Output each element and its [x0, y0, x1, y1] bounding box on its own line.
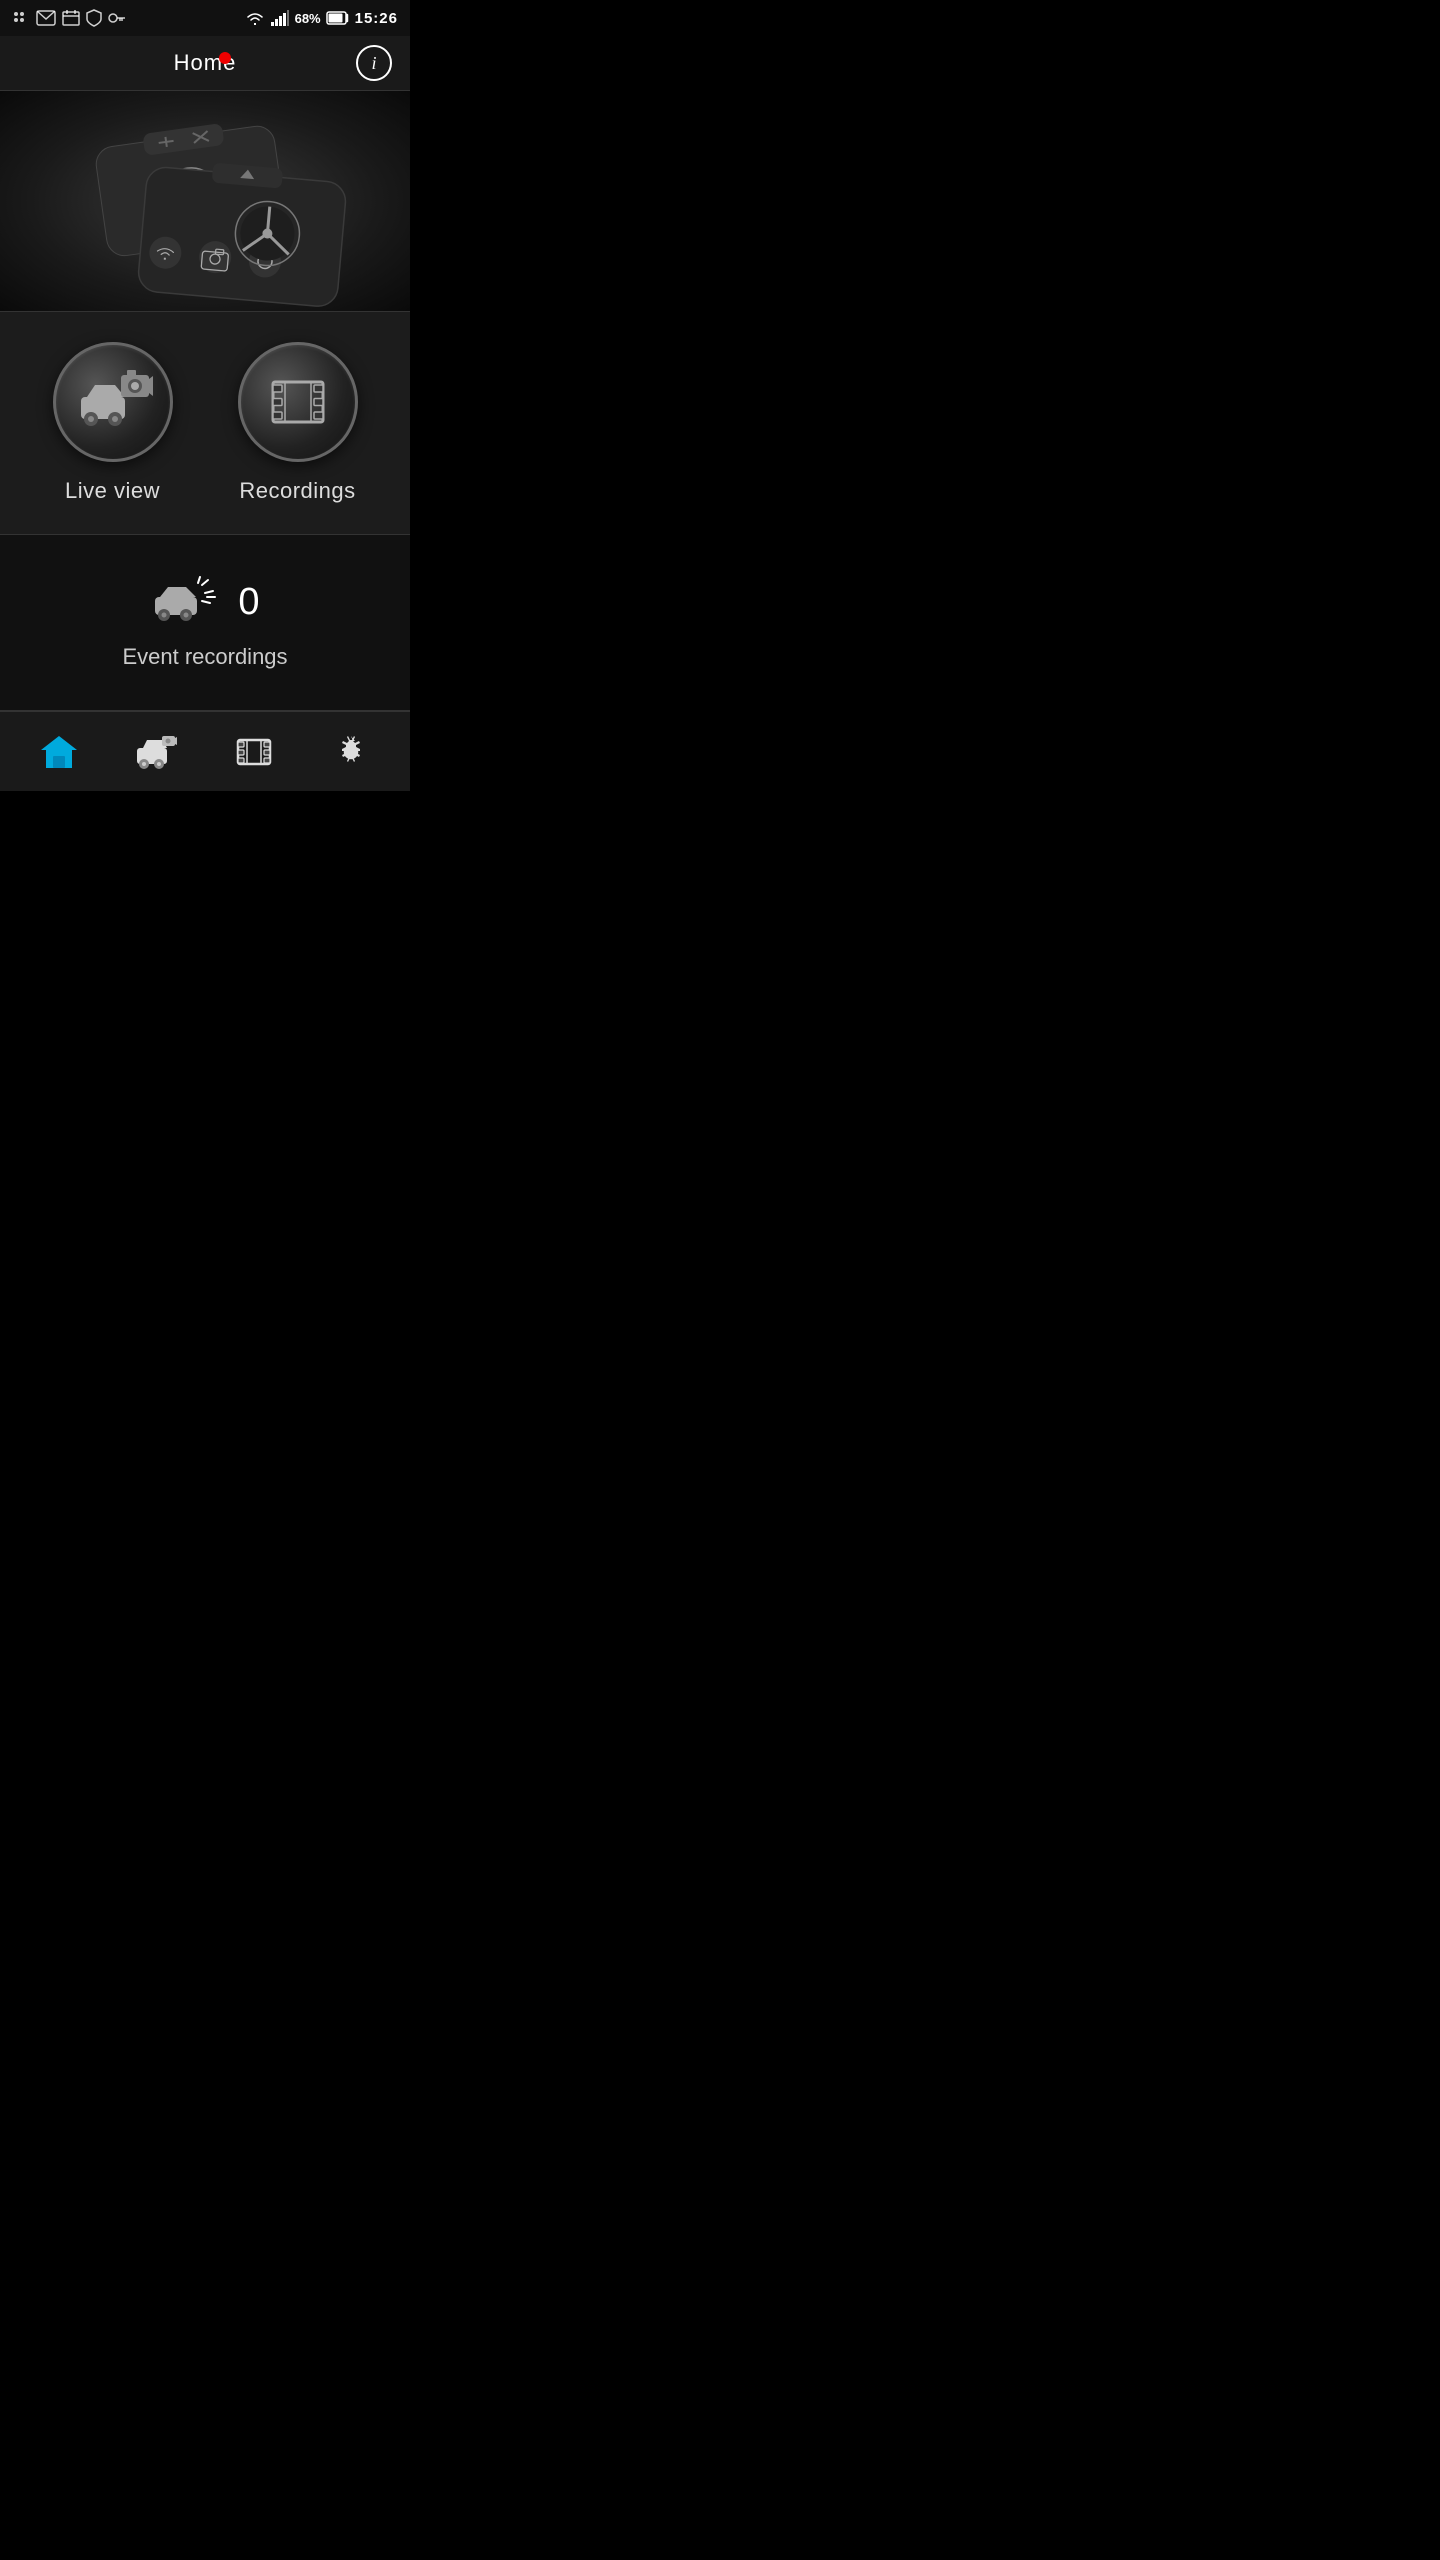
live-view-icon [73, 367, 153, 437]
home-icon-svg [40, 734, 78, 770]
nav-live-view[interactable] [108, 732, 206, 772]
status-right-icons: 68% 15:26 [245, 10, 398, 27]
event-count: 0 [238, 581, 259, 624]
recordings-button[interactable]: Recordings [214, 342, 381, 504]
settings-icon-svg [333, 734, 369, 770]
header: Home i [0, 36, 410, 91]
event-row: 0 [150, 575, 259, 630]
shield-icon [86, 9, 102, 27]
status-bar: 68% 15:26 [0, 0, 410, 36]
status-left-icons [12, 9, 126, 27]
settings-nav-icon[interactable] [331, 732, 371, 772]
event-label: Event recordings [122, 644, 287, 670]
key-icon [108, 10, 126, 26]
battery-icon [327, 11, 349, 25]
main-buttons-section: Live view Recordings [0, 311, 410, 535]
recordings-circle[interactable] [238, 342, 358, 462]
wifi-icon [245, 10, 265, 26]
recordings-label: Recordings [239, 478, 355, 504]
event-section: 0 Event recordings [0, 535, 410, 711]
device-image-section [0, 91, 410, 311]
live-view-nav-icon[interactable] [136, 732, 176, 772]
info-icon: i [371, 53, 376, 74]
recordings-nav-icon[interactable] [234, 732, 274, 772]
info-button[interactable]: i [356, 45, 392, 81]
gmail-icon [36, 10, 56, 26]
recordings-nav-icon-svg [236, 735, 272, 769]
nav-recordings[interactable] [205, 732, 303, 772]
live-view-label: Live view [65, 478, 160, 504]
live-view-button[interactable]: Live view [29, 342, 196, 504]
live-view-circle[interactable] [53, 342, 173, 462]
bottom-navigation [0, 711, 410, 791]
home-icon[interactable] [39, 732, 79, 772]
signal-icon [271, 10, 289, 26]
calendar-icon [62, 10, 80, 26]
recordings-icon [263, 367, 333, 437]
dots-icon [12, 9, 30, 27]
battery-percent: 68% [295, 11, 321, 26]
nav-settings[interactable] [303, 732, 401, 772]
dashcam-device-svg [50, 101, 360, 301]
live-view-nav-icon-svg [135, 734, 177, 770]
recording-indicator [219, 52, 231, 64]
crash-icon [150, 575, 220, 630]
status-time: 15:26 [355, 10, 398, 27]
nav-home[interactable] [10, 732, 108, 772]
